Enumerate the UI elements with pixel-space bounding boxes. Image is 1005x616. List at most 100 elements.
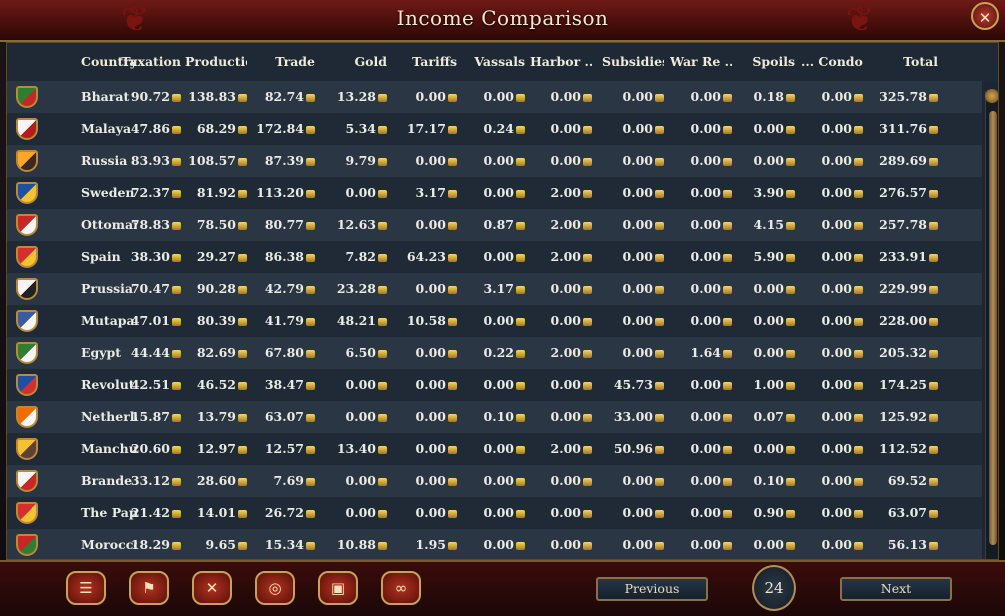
ducats-icon [172,382,181,390]
table-row[interactable]: Brande ...33.1228.607.690.000.000.000.00… [7,465,982,497]
income-cell: 1.00 [731,377,795,392]
table-row[interactable]: Bharat 90.72 138.83 82.74 13.28 0.00 0.00 0.00 0… [7,81,982,113]
table-row[interactable]: Netherlands15.8713.7963.070.000.000.100.… [7,401,982,433]
column-header[interactable]: Taxation [119,54,181,69]
country-flag-icon[interactable] [16,406,38,428]
close-button[interactable]: ✕ [971,2,999,30]
income-cell: 125.92 [874,409,938,424]
scroll-up-icon[interactable] [985,89,998,103]
column-header[interactable]: Harbor ... [530,54,592,69]
country-flag-icon[interactable] [16,86,38,108]
ducats-icon [306,542,315,550]
country-flag-icon[interactable] [16,246,38,268]
income-value: 5.34 [345,121,376,136]
table-row[interactable]: Prussia 70.47 90.28 42.79 23.28 0.00 3.17 0.00 0… [7,273,982,305]
ducats-icon [583,94,592,102]
ducats-icon [929,350,938,358]
table-row[interactable]: Spain 38.30 29.27 86.38 7.82 64.23 0.00 2.00 0.0… [7,241,982,273]
ducats-icon [172,254,181,262]
table-row[interactable]: Manchu 20.60 12.97 12.57 13.40 0.00 0.00 2.00 50… [7,433,982,465]
ducats-icon [172,94,181,102]
ducats-icon [516,222,525,230]
income-value: 0.00 [753,153,784,168]
column-header[interactable]: War Re ... [670,54,732,69]
income-value: 42.79 [264,281,304,296]
table-row[interactable]: Sweden 72.37 81.92 113.20 0.00 3.17 0.00 2.00 0.… [7,177,982,209]
income-value: 0.00 [690,537,721,552]
trade-button[interactable]: ▣ [318,571,358,605]
ducats-icon [929,318,938,326]
country-flag-icon[interactable] [16,150,38,172]
income-cell: 13.28 [323,89,387,104]
income-value: 0.00 [622,249,653,264]
income-cell: 82.74 [251,89,315,104]
table-row[interactable]: Mutapa 47.01 80.39 41.79 48.21 10.58 0.00 0.00 0… [7,305,982,337]
country-flag-icon[interactable] [16,342,38,364]
table-row[interactable]: Ottomans78.8378.5080.7712.630.000.872.00… [7,209,982,241]
country-flag-icon[interactable] [16,118,38,140]
ducats-icon [306,158,315,166]
income-cell: 14.01 [183,505,247,520]
flag-button[interactable]: ⚑ [129,571,169,605]
ducats-icon [786,510,795,518]
income-cell: 5.90 [731,249,795,264]
column-header[interactable]: Production [185,54,247,69]
income-button[interactable]: ◎ [255,571,295,605]
income-cell: 9.65 [183,537,247,552]
scrollbar-thumb[interactable] [989,111,997,545]
diplomacy-button[interactable]: ∞ [381,571,421,605]
ducats-icon [516,510,525,518]
ducats-icon [583,254,592,262]
column-header[interactable]: Trade [253,54,315,69]
income-value: 0.00 [821,473,852,488]
column-header[interactable]: Total [876,54,938,69]
country-flag-icon[interactable] [16,534,38,556]
income-value: 0.00 [753,441,784,456]
ledger-button[interactable]: ☰ [66,571,106,605]
country-flag-icon[interactable] [16,502,38,524]
ducats-icon [854,446,863,454]
table-row[interactable]: Egypt 44.44 82.69 67.80 6.50 0.00 0.22 2.00 0.00… [7,337,982,369]
income-cell: 0.00 [799,409,863,424]
ducats-icon [929,126,938,134]
table-row[interactable]: The Pap ...21.4214.0126.720.000.000.000.… [7,497,982,529]
ducats-icon [448,190,457,198]
income-value: 2.00 [550,345,581,360]
country-flag-icon[interactable] [16,470,38,492]
income-cell: 0.00 [393,473,457,488]
income-value: 0.00 [821,249,852,264]
next-button[interactable]: Next [840,577,952,601]
country-flag-icon[interactable] [16,278,38,300]
income-cell: 0.00 [799,217,863,232]
income-cell: 0.00 [668,89,732,104]
income-cell: 0.00 [799,313,863,328]
table-row[interactable]: Morocco 18.29 9.65 15.34 10.88 1.95 0.00 0.00 0.… [7,529,982,559]
table-row[interactable]: Revolut ...42.5146.5238.470.000.000.000.… [7,369,982,401]
income-cell: 3.90 [731,185,795,200]
income-value: 6.50 [345,345,376,360]
previous-button[interactable]: Previous [596,577,708,601]
table-row[interactable]: Malaya 47.86 68.29 172.84 5.34 17.17 0.24 0.00 0… [7,113,982,145]
country-flag-icon[interactable] [16,374,38,396]
country-flag-icon[interactable] [16,438,38,460]
country-flag-icon[interactable] [16,310,38,332]
military-button[interactable]: ✕ [192,571,232,605]
ducats-icon [448,126,457,134]
income-value: 0.00 [483,249,514,264]
column-header[interactable]: Subsidies [602,54,664,69]
ducats-icon [378,478,387,486]
column-header[interactable]: ... Condottieri [801,54,863,69]
column-header[interactable]: Vassals [463,54,525,69]
country-flag-icon[interactable] [16,182,38,204]
country-flag-icon[interactable] [16,214,38,236]
ducats-icon [516,286,525,294]
table-row[interactable]: Russia 83.93 108.57 87.39 9.79 0.00 0.00 0.00 0.… [7,145,982,177]
column-header[interactable]: Gold [325,54,387,69]
scrollbar[interactable] [985,89,998,559]
income-cell: 42.79 [251,281,315,296]
column-header[interactable]: Spoils [733,54,795,69]
column-header[interactable]: Tariffs [395,54,457,69]
income-value: 0.00 [622,89,653,104]
ducats-icon [655,446,664,454]
income-cell: 0.00 [668,313,732,328]
